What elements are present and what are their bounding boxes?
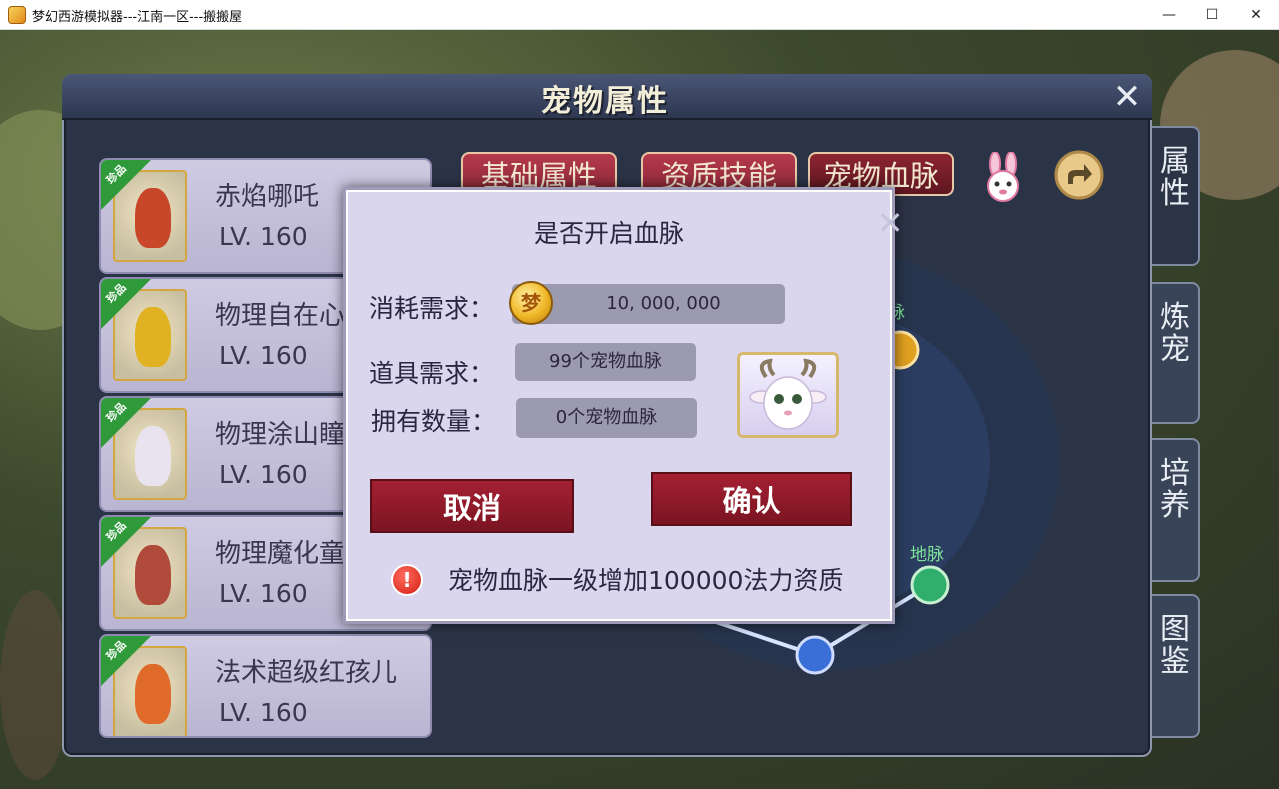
item-requirement-value: 99个宠物血脉 [515, 343, 696, 381]
goat-pet-icon [749, 358, 827, 430]
pet-level: LV. 160 [219, 460, 308, 489]
warning-icon: ! [391, 564, 423, 596]
pet-level: LV. 160 [219, 579, 308, 608]
dialog-title: 是否开启血脉 [533, 219, 684, 248]
node-label: 地脉 [910, 545, 944, 565]
scene-decor [0, 590, 70, 780]
bloodline-hint: 宠物血脉一级增加100000法力资质 [448, 566, 844, 595]
panel-title: 宠物属性 [541, 84, 669, 119]
dialog-close-icon[interactable]: ✕ [872, 205, 908, 241]
pet-name: 物理自在心 [215, 301, 346, 331]
rabbit-pet-icon[interactable] [982, 151, 1024, 204]
minimize-button[interactable]: — [1146, 0, 1192, 30]
confirm-button[interactable]: 确认 [651, 472, 852, 526]
pet-name: 物理魔化童 [215, 539, 346, 569]
gold-coin-icon: 梦 [509, 281, 553, 325]
close-window-button[interactable]: ✕ [1233, 0, 1279, 30]
side-tab-train[interactable]: 培养 [1152, 438, 1200, 582]
panel-close-icon[interactable]: ✕ [1108, 78, 1146, 116]
maximize-button[interactable]: ☐ [1189, 0, 1235, 30]
bloodline-item-slot[interactable] [737, 352, 839, 438]
pet-name: 物理涂山瞳 [215, 420, 346, 450]
window-title: 梦幻西游模拟器---江南一区---搬搬屋 [32, 10, 243, 25]
item-requirement-label: 道具需求： [369, 359, 495, 388]
side-tab-refine[interactable]: 炼宠 [1152, 282, 1200, 424]
pet-name: 法术超级红孩儿 [215, 658, 398, 688]
pet-level: LV. 160 [219, 698, 308, 727]
owned-count-value: 0个宠物血脉 [516, 398, 697, 438]
pet-level: LV. 160 [219, 341, 308, 370]
cost-label: 消耗需求： [369, 294, 495, 323]
side-tab-attributes[interactable]: 属性 [1152, 126, 1200, 266]
app-icon [8, 6, 26, 24]
cancel-button[interactable]: 取消 [370, 479, 574, 533]
pet-level: LV. 160 [219, 222, 308, 251]
pet-card[interactable]: 珍品 法术超级红孩儿 LV. 160 [99, 634, 432, 738]
pet-name: 赤焰哪吒 [215, 182, 320, 212]
window-titlebar: 梦幻西游模拟器---江南一区---搬搬屋 — ☐ ✕ [0, 0, 1279, 30]
side-tab-handbook[interactable]: 图鉴 [1152, 594, 1200, 738]
share-icon[interactable] [1054, 150, 1104, 200]
owned-count-label: 拥有数量： [371, 407, 497, 436]
